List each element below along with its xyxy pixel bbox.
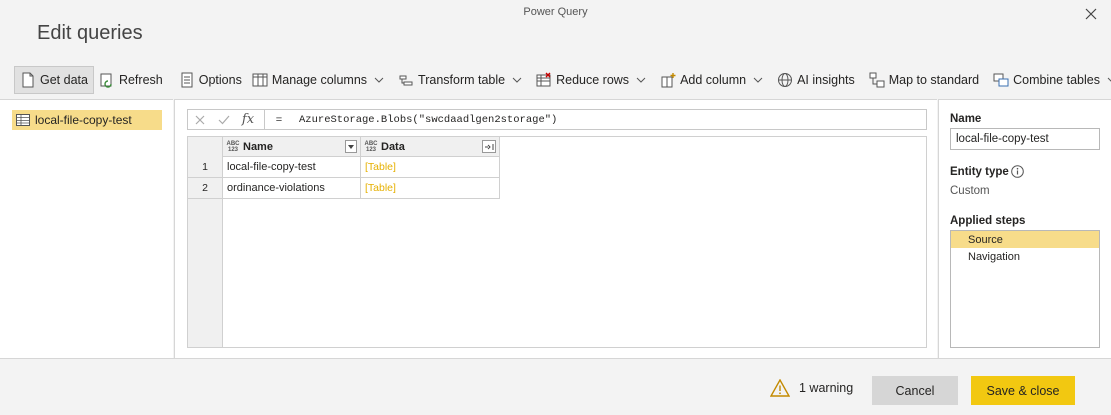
cancel-button[interactable]: Cancel (872, 376, 958, 405)
any-type-icon: ABC 123 (226, 141, 240, 153)
formula-bar: fx = AzureStorage.Blobs("swcdaadlgen2sto… (187, 109, 927, 130)
entity-type-label: Entity type (950, 166, 1009, 178)
manage-columns-icon (252, 73, 268, 87)
warning-indicator[interactable]: 1 warning (770, 379, 853, 397)
info-icon[interactable] (1011, 165, 1024, 178)
add-column-label: Add column (680, 73, 747, 87)
warning-text: 1 warning (799, 381, 854, 395)
name-label: Name (950, 113, 982, 125)
manage-columns-button[interactable]: Manage columns (247, 66, 389, 94)
column-header-label: Name (243, 141, 273, 153)
column-header-row: ABC 123 Name ABC 123 Data (223, 137, 500, 157)
ai-insights-button[interactable]: AI insights (772, 66, 860, 94)
column-header-label: Data (381, 141, 405, 153)
query-item-label: local-file-copy-test (35, 113, 132, 127)
options-button[interactable]: Options (174, 66, 247, 94)
fx-button[interactable]: fx (236, 110, 260, 129)
refresh-label: Refresh (118, 73, 163, 87)
transform-table-icon (399, 75, 413, 86)
queries-pane: local-file-copy-test (0, 99, 173, 358)
table-row: 1 local-file-copy-test [Table] (188, 157, 500, 178)
dialog-footer: 1 warning Cancel Save & close (0, 358, 1111, 415)
row-number[interactable]: 1 (188, 157, 223, 178)
table-icon (16, 114, 30, 126)
chevron-down-icon (512, 77, 522, 83)
transform-table-label: Transform table (418, 73, 506, 87)
combine-tables-label: Combine tables (1013, 73, 1100, 87)
row-number[interactable]: 2 (188, 178, 223, 199)
manage-columns-label: Manage columns (271, 73, 368, 87)
get-data-icon (22, 72, 34, 88)
add-column-icon (661, 73, 676, 88)
chevron-down-icon (753, 77, 763, 83)
refresh-button[interactable]: Refresh (94, 66, 168, 94)
commit-formula-button[interactable] (212, 110, 236, 129)
options-icon (181, 72, 193, 88)
ai-insights-label: AI insights (797, 73, 855, 87)
map-to-standard-label: Map to standard (888, 73, 980, 87)
dialog-title: Edit queries (37, 22, 143, 44)
table-row: 2 ordinance-violations [Table] (188, 178, 500, 199)
reduce-rows-label: Reduce rows (556, 73, 630, 87)
data-grid: ABC 123 Name ABC 123 Data 1 local-file-cop… (187, 136, 927, 348)
options-label: Options (198, 73, 242, 87)
transform-table-button[interactable]: Transform table (393, 66, 527, 94)
refresh-icon (100, 73, 112, 88)
globe-icon (778, 73, 793, 87)
combine-tables-icon (993, 73, 1009, 87)
warning-icon (770, 379, 790, 397)
applied-step-source[interactable]: Source (951, 231, 1099, 248)
applied-steps-label: Applied steps (950, 215, 1026, 227)
query-name-input[interactable] (950, 128, 1100, 150)
any-type-icon: ABC 123 (364, 141, 378, 153)
entity-type-value: Custom (950, 185, 990, 197)
table-cell-data-link[interactable]: [Table] (361, 178, 500, 199)
toolbar: Get data Refresh Options Manage columns … (14, 64, 1111, 96)
save-close-button[interactable]: Save & close (971, 376, 1075, 405)
expand-icon (485, 143, 494, 150)
cancel-formula-button[interactable] (188, 110, 212, 129)
chevron-down-icon (1107, 77, 1111, 82)
column-header-name[interactable]: ABC 123 Name (223, 137, 361, 157)
chevron-down-icon (348, 144, 354, 149)
close-button[interactable] (1081, 4, 1101, 24)
window-title: Power Query (523, 6, 588, 18)
chevron-down-icon (374, 77, 384, 83)
column-filter-button[interactable] (345, 140, 357, 153)
formula-divider (264, 110, 265, 129)
get-data-button[interactable]: Get data (14, 66, 94, 94)
close-icon (1085, 8, 1097, 20)
map-to-standard-button[interactable]: Map to standard (864, 66, 984, 94)
query-settings-pane: Name Entity type Custom Applied steps So… (938, 99, 1111, 358)
data-preview-pane: fx = AzureStorage.Blobs("swcdaadlgen2sto… (174, 99, 937, 358)
formula-equals: = (275, 113, 283, 126)
query-item[interactable]: local-file-copy-test (12, 110, 162, 130)
formula-input[interactable]: AzureStorage.Blobs("swcdaadlgen2storage"… (289, 114, 557, 126)
expand-column-button[interactable] (482, 140, 496, 153)
column-header-data[interactable]: ABC 123 Data (361, 137, 500, 157)
map-to-standard-icon (869, 72, 885, 88)
combine-tables-button[interactable]: Combine tables (988, 66, 1111, 94)
close-icon (195, 115, 205, 124)
add-column-button[interactable]: Add column (655, 66, 768, 94)
chevron-down-icon (636, 77, 646, 83)
table-cell-data-link[interactable]: [Table] (361, 157, 500, 178)
get-data-label: Get data (40, 73, 88, 87)
checkmark-icon (218, 115, 230, 124)
applied-step-navigation[interactable]: Navigation (951, 248, 1099, 265)
table-cell-name[interactable]: ordinance-violations (223, 178, 361, 199)
applied-steps-list: Source Navigation (950, 230, 1100, 348)
table-cell-name[interactable]: local-file-copy-test (223, 157, 361, 178)
reduce-rows-icon (536, 72, 551, 87)
reduce-rows-button[interactable]: Reduce rows (531, 66, 651, 94)
